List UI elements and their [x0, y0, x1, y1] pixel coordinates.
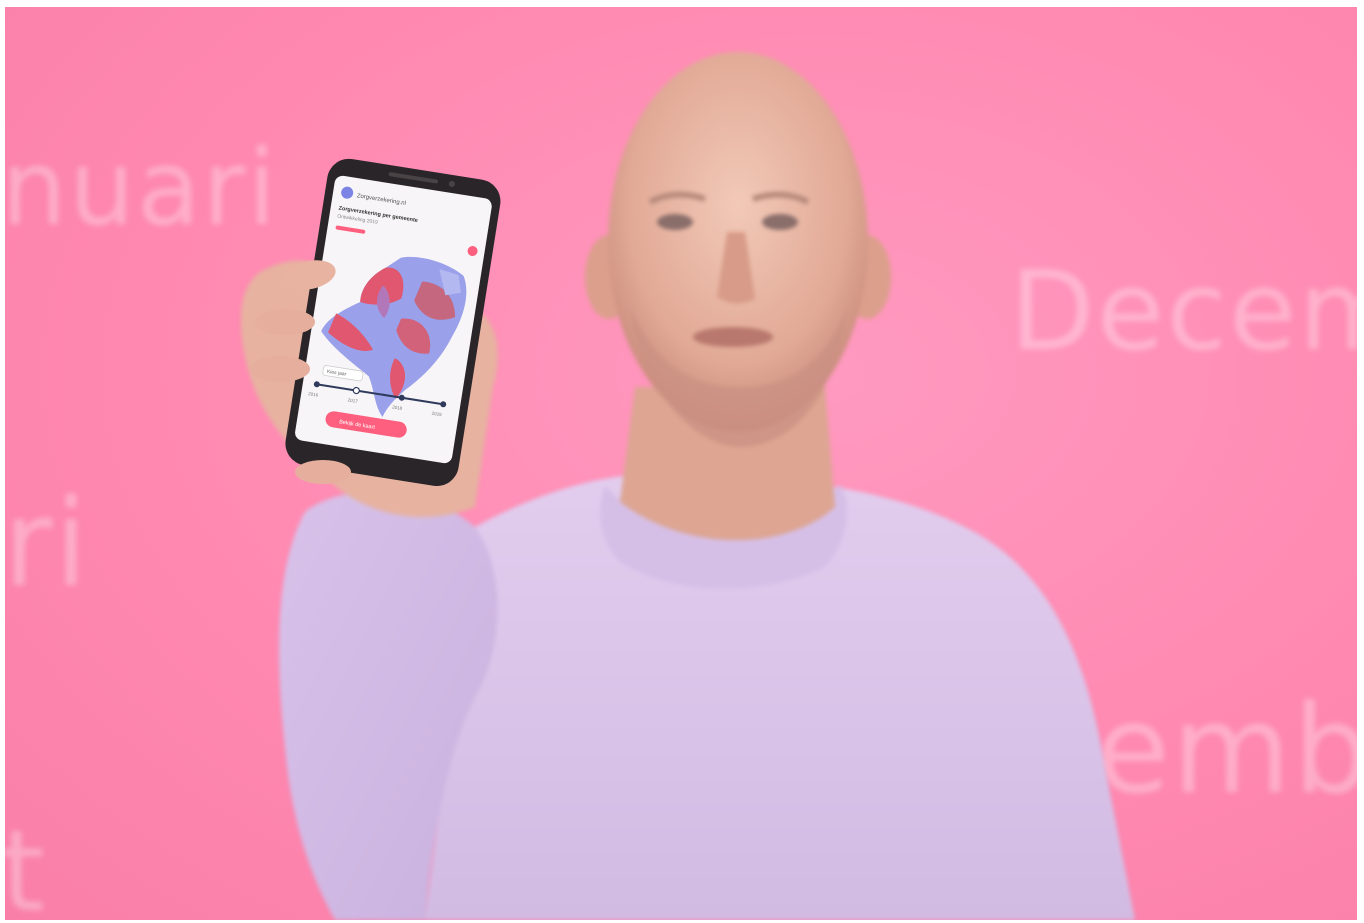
timeline-node: [352, 386, 360, 395]
photo-frame: nuari Decem ri emb t Zorgverzekering.nl …: [5, 7, 1357, 920]
finger: [250, 356, 310, 382]
phone-layer: Zorgverzekering.nl Zorgverzekering per g…: [250, 158, 501, 487]
finger: [295, 460, 351, 484]
finger: [255, 309, 315, 335]
